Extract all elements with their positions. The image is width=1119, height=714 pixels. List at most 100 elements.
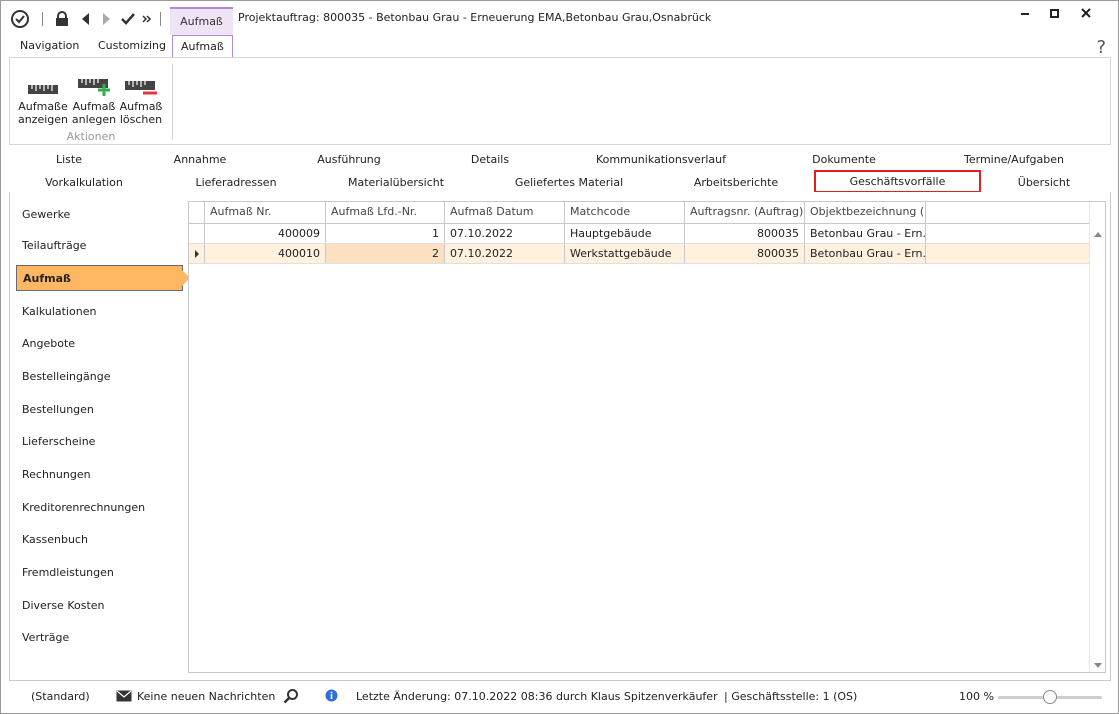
tab-ausfuehrung[interactable]: Ausführung — [317, 153, 381, 166]
main-window: Aufmaß Projektauftrag: 800035 - Betonbau… — [0, 0, 1119, 714]
ribbon-panel: Aufmaße anzeigen Aufmaß anlegen Aufmaß l… — [9, 57, 1111, 145]
ribbon-group-label: Aktionen — [66, 130, 116, 143]
title-bar: Aufmaß Projektauftrag: 800035 - Betonbau… — [1, 1, 1118, 35]
nav-item-lieferscheine[interactable]: Lieferscheine — [16, 429, 183, 455]
record-tab-strip: Liste Annahme Ausführung Details Kommuni… — [9, 147, 1111, 193]
toolbar-separator — [40, 9, 44, 29]
show-measurements-label-2: anzeigen — [17, 113, 69, 126]
context-tab-header: Aufmaß — [170, 7, 233, 35]
tab-dokumente[interactable]: Dokumente — [812, 153, 876, 166]
cell-lfd-nr-focused[interactable]: 2 — [326, 244, 445, 263]
help-icon[interactable]: ? — [1096, 37, 1106, 58]
cell-objektbezeichnung[interactable]: Betonbau Grau - Ern... — [805, 244, 926, 263]
table-row[interactable]: 400009 1 07.10.2022 Hauptgebäude 800035 … — [189, 224, 1090, 244]
tab-vorkalkulation[interactable]: Vorkalkulation — [45, 176, 123, 189]
cell-auftragsnr[interactable]: 800035 — [685, 244, 805, 263]
row-indicator — [189, 244, 205, 263]
grid-vertical-scrollbar[interactable] — [1089, 202, 1105, 672]
messages-status[interactable]: Keine neuen Nachrichten — [137, 690, 275, 704]
forward-arrow-icon[interactable] — [99, 9, 115, 29]
tab-arbeitsberichte[interactable]: Arbeitsberichte — [694, 176, 778, 189]
status-bar: (Standard) Keine neuen Nachrichten Letzt… — [1, 685, 1118, 713]
envelope-icon — [116, 690, 132, 706]
cell-objektbezeichnung[interactable]: Betonbau Grau - Ern... — [805, 224, 926, 243]
scroll-up-icon[interactable] — [1094, 232, 1102, 237]
cell-datum[interactable]: 07.10.2022 — [445, 244, 565, 263]
cell-lfd-nr[interactable]: 1 — [326, 224, 445, 243]
zoom-slider-handle[interactable] — [1043, 690, 1057, 704]
show-measurements-button[interactable]: Aufmaße anzeigen — [16, 68, 70, 126]
tab-liste[interactable]: Liste — [56, 153, 82, 166]
nav-item-gewerke[interactable]: Gewerke — [16, 202, 183, 228]
cell-matchcode[interactable]: Werkstattgebäude — [565, 244, 685, 263]
nav-item-kalkulationen[interactable]: Kalkulationen — [16, 299, 183, 325]
column-header-objektbezeichnung[interactable]: Objektbezeichnung (... — [805, 202, 926, 223]
ruler-delete-icon — [114, 68, 168, 96]
scroll-down-icon[interactable] — [1094, 663, 1102, 668]
tab-materialuebersicht[interactable]: Materialübersicht — [348, 176, 444, 189]
close-button[interactable] — [1073, 5, 1099, 21]
cell-auftragsnr[interactable]: 800035 — [685, 224, 805, 243]
maximize-button[interactable] — [1041, 5, 1067, 21]
ribbon-group-separator — [172, 64, 173, 140]
tab-details[interactable]: Details — [471, 153, 509, 166]
cell-datum[interactable]: 07.10.2022 — [445, 224, 565, 243]
nav-item-rechnungen[interactable]: Rechnungen — [16, 462, 183, 488]
tab-geliefertes-material[interactable]: Geliefertes Material — [515, 176, 623, 189]
column-header-auftragsnr[interactable]: Auftragsnr. (Auftrag) — [685, 202, 805, 223]
add-measurement-button[interactable]: Aufmaß anlegen — [67, 68, 121, 126]
table-row-selected[interactable]: 400010 2 07.10.2022 Werkstattgebäude 800… — [189, 244, 1090, 264]
grid-header: Aufmaß Nr. Aufmaß Lfd.-Nr. Aufmaß Datum … — [189, 202, 1090, 224]
ruler-add-icon — [67, 68, 121, 96]
nav-item-kreditorenrechnungen[interactable]: Kreditorenrechnungen — [16, 495, 183, 521]
ruler-icon — [16, 68, 70, 96]
cell-aufmass-nr[interactable]: 400010 — [205, 244, 326, 263]
search-icon[interactable] — [283, 688, 299, 708]
content-frame: Gewerke Teilaufträge Aufmaß Kalkulatione… — [9, 192, 1111, 681]
delete-measurement-label-1: Aufmaß — [119, 100, 163, 113]
tab-annahme[interactable]: Annahme — [174, 153, 227, 166]
tab-navigation[interactable]: Navigation — [12, 35, 87, 57]
nav-item-bestellungen[interactable]: Bestellungen — [16, 397, 183, 423]
tab-customizing[interactable]: Customizing — [90, 35, 174, 57]
tab-geschaeftsvorfaelle[interactable]: Geschäftsvorfälle — [814, 170, 981, 193]
nav-item-angebote[interactable]: Angebote — [16, 331, 183, 357]
layout-status[interactable]: (Standard) — [31, 690, 90, 704]
back-arrow-icon[interactable] — [77, 9, 93, 29]
tab-kommunikationsverlauf[interactable]: Kommunikationsverlauf — [596, 153, 726, 166]
tab-uebersicht[interactable]: Übersicht — [1018, 176, 1070, 189]
column-header-datum[interactable]: Aufmaß Datum — [445, 202, 565, 223]
left-nav: Gewerke Teilaufträge Aufmaß Kalkulatione… — [10, 192, 190, 681]
nav-item-vertraege[interactable]: Verträge — [16, 625, 183, 651]
nav-item-kassenbuch[interactable]: Kassenbuch — [16, 527, 183, 553]
cell-aufmass-nr[interactable]: 400009 — [205, 224, 326, 243]
delete-measurement-button[interactable]: Aufmaß löschen — [114, 68, 168, 126]
tab-aufmass[interactable]: Aufmaß — [172, 35, 233, 58]
check-circle-icon[interactable] — [9, 9, 31, 29]
column-header-aufmass-nr[interactable]: Aufmaß Nr. — [205, 202, 326, 223]
nav-item-fremdleistungen[interactable]: Fremdleistungen — [16, 560, 183, 586]
save-check-icon[interactable] — [119, 9, 137, 29]
nav-item-diverse-kosten[interactable]: Diverse Kosten — [16, 593, 183, 619]
nav-item-bestelleingaenge[interactable]: Bestelleingänge — [16, 364, 183, 390]
add-measurement-label-2: anlegen — [71, 113, 117, 126]
column-header-lfd-nr[interactable]: Aufmaß Lfd.-Nr. — [326, 202, 445, 223]
toolbar-separator — [158, 9, 162, 29]
row-indicator-header — [189, 202, 205, 223]
measurements-grid: Aufmaß Nr. Aufmaß Lfd.-Nr. Aufmaß Datum … — [188, 201, 1106, 673]
row-indicator — [189, 224, 205, 243]
cell-matchcode[interactable]: Hauptgebäude — [565, 224, 685, 243]
lock-icon[interactable] — [53, 9, 71, 29]
minimize-button[interactable] — [1012, 5, 1038, 21]
nav-item-teilauftraege[interactable]: Teilaufträge — [16, 233, 183, 259]
column-header-matchcode[interactable]: Matchcode — [565, 202, 685, 223]
nav-item-aufmass[interactable]: Aufmaß — [16, 265, 190, 291]
branch-status: | Geschäftsstelle: 1 (OS) — [724, 690, 858, 703]
last-change-status: Letzte Änderung: 07.10.2022 08:36 durch … — [356, 690, 718, 703]
current-row-arrow-icon — [195, 250, 199, 258]
add-measurement-label-1: Aufmaß — [72, 100, 116, 113]
tab-lieferadressen[interactable]: Lieferadressen — [195, 176, 276, 189]
more-icon[interactable] — [141, 9, 153, 29]
tab-termine-aufgaben[interactable]: Termine/Aufgaben — [964, 153, 1064, 166]
delete-measurement-label-2: löschen — [119, 113, 163, 126]
